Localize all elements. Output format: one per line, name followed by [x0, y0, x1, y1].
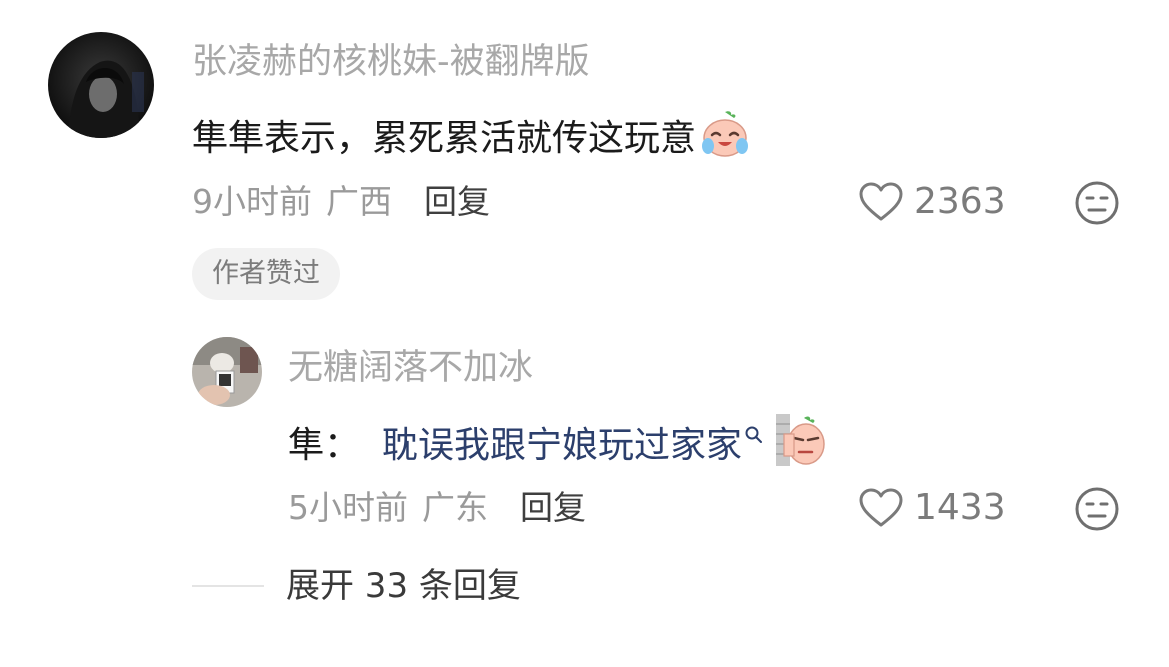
comment-thread: 张凌赫的核桃妹-被翻牌版 隼隼表示，累死累活就传这玩意 9小时前 广西 回复 236… [0, 0, 1169, 667]
comment-username[interactable]: 无糖阔落不加冰 [288, 346, 533, 390]
dislike-button[interactable] [1074, 486, 1120, 536]
comment-meta: 5小时前 广东 回复 [288, 488, 586, 528]
like-count: 1433 [914, 487, 1006, 528]
comment-time: 9小时前 [192, 182, 312, 221]
comment-time: 5小时前 [288, 488, 408, 527]
divider-line [192, 585, 264, 587]
reply-button[interactable]: 回复 [424, 182, 490, 221]
comment-text-body: 隼隼表示，累死累活就传这玩意 [192, 118, 697, 159]
crying-face-emoji-icon [698, 106, 752, 172]
author-liked-badge: 作者赞过 [192, 248, 340, 300]
peeking-face-emoji-icon [774, 412, 828, 480]
dislike-button[interactable] [1074, 180, 1120, 230]
search-link[interactable]: 耽误我跟宁娘玩过家家 [382, 423, 742, 469]
like-count: 2363 [914, 181, 1006, 222]
neutral-face-icon [1075, 181, 1119, 225]
heart-icon [859, 488, 903, 527]
comment-location: 广东 [422, 488, 488, 527]
comment-username[interactable]: 张凌赫的核桃妹-被翻牌版 [192, 40, 590, 84]
avatar[interactable] [48, 32, 154, 138]
comment-text: 隼隼表示，累死累活就传这玩意 [192, 106, 752, 172]
comment-location: 广西 [326, 182, 392, 221]
reply-button[interactable]: 回复 [520, 488, 586, 527]
reply-prefix: 隼： [288, 425, 361, 466]
heart-icon [859, 182, 903, 221]
comment-meta: 9小时前 广西 回复 [192, 182, 490, 222]
neutral-face-icon [1075, 487, 1119, 531]
like-button[interactable]: 2363 [858, 182, 1006, 222]
like-button[interactable]: 1433 [858, 488, 1006, 528]
expand-replies-button[interactable]: 展开 33 条回复 [192, 564, 521, 608]
avatar[interactable] [192, 337, 262, 407]
comment-text: 隼： 耽误我跟宁娘玩过家家 [288, 412, 828, 480]
search-icon[interactable] [744, 411, 764, 457]
expand-replies-label: 展开 33 条回复 [286, 566, 521, 606]
